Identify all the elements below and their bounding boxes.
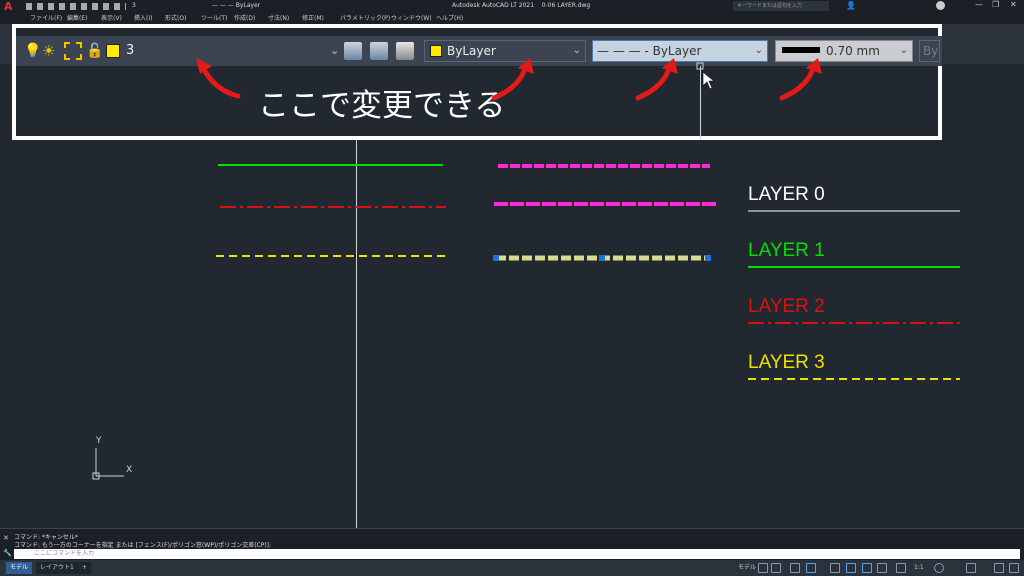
customize-icon[interactable]	[1009, 563, 1019, 573]
lineweight-toggle-icon[interactable]	[862, 563, 872, 573]
transparency-icon[interactable]	[877, 563, 887, 573]
grid-icon[interactable]	[758, 563, 768, 573]
grip-mid	[599, 255, 605, 261]
pickbox	[696, 62, 704, 70]
fullscreen-icon[interactable]	[994, 563, 1004, 573]
red-arrow-1	[199, 63, 241, 99]
legend-label-layer1: LAYER 1	[748, 240, 825, 261]
red-arrow-2	[491, 63, 529, 101]
snap-icon[interactable]	[771, 563, 781, 573]
osnap-icon[interactable]	[846, 563, 856, 573]
mouse-pointer-icon	[702, 71, 715, 90]
legend-label-layer0: LAYER 0	[748, 184, 825, 205]
polar-icon[interactable]	[806, 563, 816, 573]
annotation-scale-value[interactable]: 1:1	[914, 562, 924, 574]
grip-start	[493, 255, 499, 261]
annotation-icon[interactable]	[896, 563, 906, 573]
ucs-y-label: Y	[96, 436, 102, 446]
isolate-icon[interactable]	[966, 563, 976, 573]
tab-layout1[interactable]: レイアウト1	[36, 562, 78, 574]
grip-end	[705, 255, 711, 261]
isodraft-icon[interactable]	[830, 563, 840, 573]
ortho-icon[interactable]	[790, 563, 800, 573]
drawing-layer	[92, 58, 960, 480]
command-history-line-2: コマンド: もう一方のコーナーを指定 または [フェンス(F)/ポリゴン窓(WP…	[14, 542, 272, 549]
legend-label-layer2: LAYER 2	[748, 296, 825, 317]
command-settings-icon[interactable]: 🔧	[3, 549, 12, 557]
command-close-icon[interactable]: ✕	[3, 534, 9, 542]
red-arrow-4	[779, 63, 817, 101]
ucs-x-label: X	[126, 465, 133, 475]
legend-label-layer3: LAYER 3	[748, 352, 825, 373]
command-input[interactable]: ここにコマンドを入力	[14, 549, 1020, 559]
tab-model[interactable]: モデル	[6, 562, 33, 574]
tab-add[interactable]: +	[78, 562, 92, 574]
ucs-icon	[92, 448, 124, 480]
red-arrow-3	[635, 63, 673, 101]
gear-icon[interactable]	[934, 563, 944, 573]
command-window: ✕ 🔧 コマンド: *キャンセル* コマンド: もう一方のコーナーを指定 または…	[0, 528, 1024, 560]
model-space-label[interactable]: モデル	[738, 562, 756, 574]
